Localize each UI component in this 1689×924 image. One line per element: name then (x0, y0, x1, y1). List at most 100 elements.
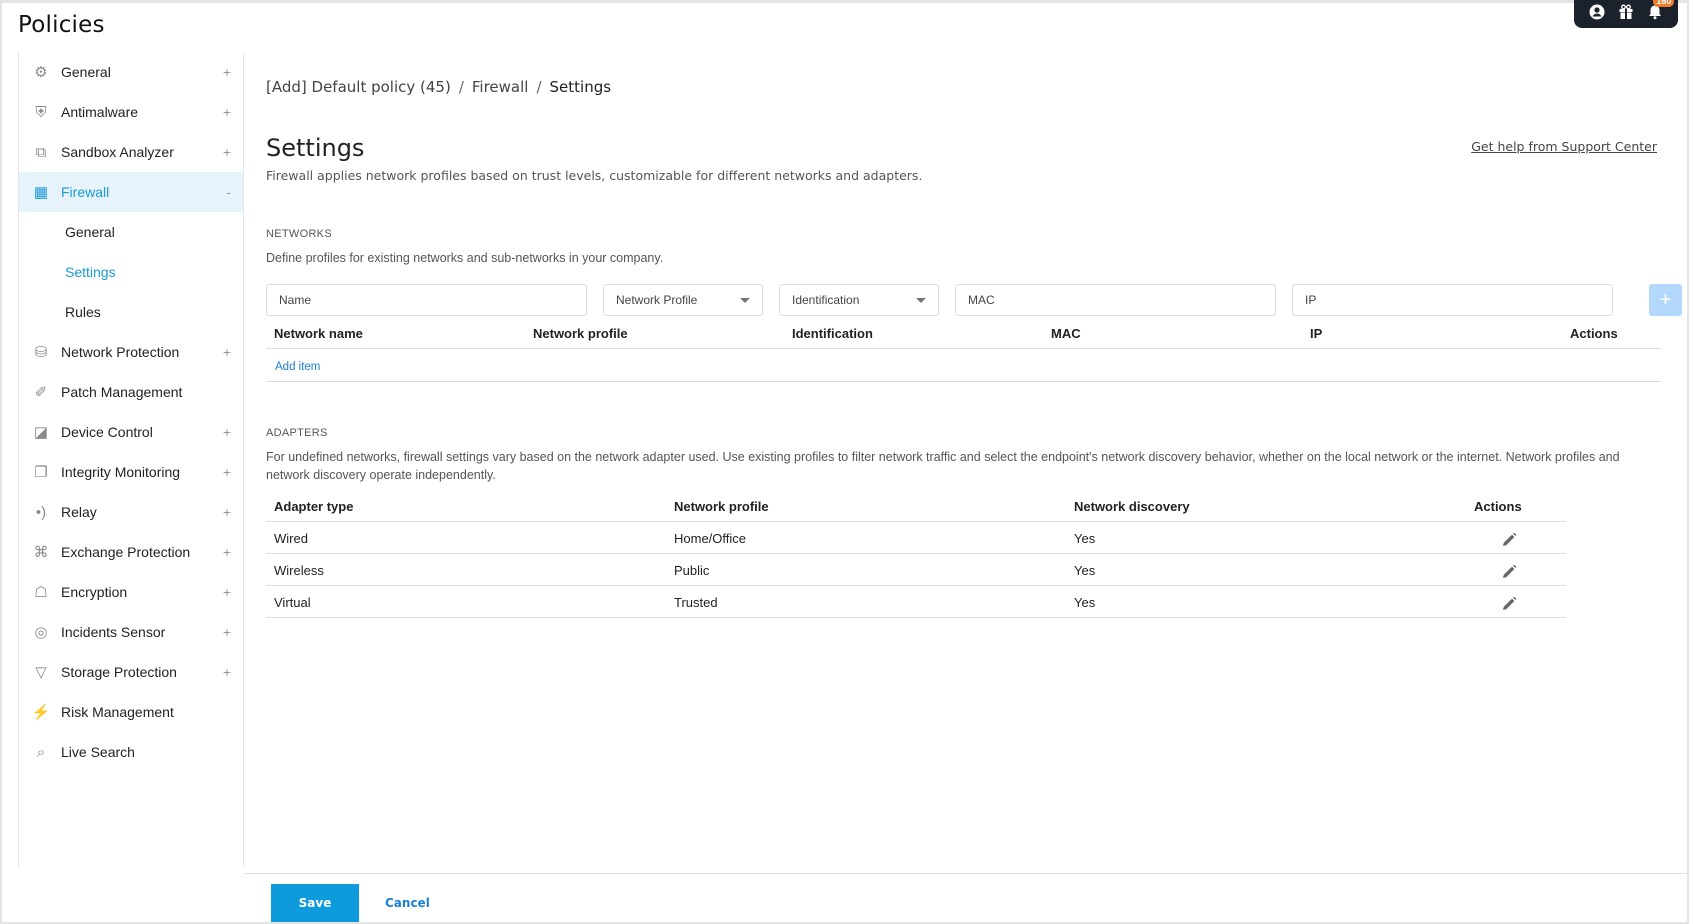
database-icon: ⛁ (34, 344, 48, 361)
mac-filter-input[interactable] (955, 284, 1276, 316)
column-header: Actions (1570, 326, 1618, 341)
monitor-icon: ◪ (33, 424, 49, 441)
edit-pencil-icon[interactable] (1500, 563, 1518, 581)
sidebar-item-label: Live Search (61, 744, 135, 760)
identification-select[interactable]: Identification (779, 284, 939, 316)
gear-icon: ⚙ (34, 64, 48, 81)
sidebar-item-sandbox-analyzer[interactable]: ⧉ Sandbox Analyzer + (19, 132, 243, 172)
section-heading: Settings (266, 134, 365, 162)
ip-filter-field[interactable] (1305, 293, 1612, 307)
firewall-icon: ▦ (33, 184, 49, 201)
sidebar-subitem-rules[interactable]: Rules (19, 292, 243, 332)
network-profile-select-value: Network Profile (616, 293, 698, 307)
add-network-button[interactable]: + (1649, 284, 1682, 316)
expand-icon[interactable]: + (223, 464, 231, 480)
bandage-icon: ✐ (34, 384, 48, 401)
expand-icon[interactable]: + (223, 424, 231, 440)
sidebar-item-antimalware[interactable]: ⛨ Antimalware + (19, 92, 243, 132)
cell-network-profile: Trusted (674, 595, 718, 610)
support-center-link[interactable]: Get help from Support Center (1471, 139, 1657, 154)
sensor-icon: ◎ (34, 624, 48, 641)
gift-icon[interactable] (1618, 4, 1634, 24)
ip-filter-input[interactable] (1292, 284, 1613, 316)
breadcrumb-separator: / (536, 78, 542, 96)
storage-shield-icon: ▽ (35, 664, 47, 681)
expand-icon[interactable]: + (223, 664, 231, 680)
expand-icon[interactable]: + (223, 104, 231, 120)
sidebar-item-label: Exchange Protection (61, 544, 191, 560)
expand-icon[interactable]: + (223, 144, 231, 160)
notifications-bell-icon[interactable]: 160 (1647, 0, 1675, 24)
chevron-down-icon (740, 298, 750, 303)
cell-network-profile: Home/Office (674, 531, 747, 546)
sidebar-item-general[interactable]: ⚙ General + (19, 52, 243, 92)
cell-adapter-type: Wireless (274, 563, 324, 578)
sidebar-item-label: Patch Management (61, 384, 183, 400)
sidebar-item-label: Storage Protection (61, 664, 177, 680)
sidebar-item-label: Antimalware (61, 104, 139, 120)
adapters-description: For undefined networks, firewall setting… (266, 450, 1620, 482)
column-header[interactable]: MAC (1051, 326, 1081, 341)
column-header: Network profile (674, 499, 769, 514)
collapse-icon[interactable]: - (226, 184, 231, 200)
notification-count-badge: 160 (1653, 0, 1675, 7)
cancel-button[interactable]: Cancel (385, 884, 430, 922)
network-profile-select[interactable]: Network Profile (603, 284, 763, 316)
sidebar-item-relay[interactable]: •) Relay + (19, 492, 243, 532)
breadcrumb-item-firewall[interactable]: Firewall (472, 78, 529, 96)
sandbox-cube-icon: ⧉ (35, 143, 47, 161)
section-description: Firewall applies network profiles based … (266, 168, 923, 183)
networks-description: Define profiles for existing networks an… (266, 251, 664, 265)
expand-icon[interactable]: + (223, 544, 231, 560)
add-item-link[interactable]: Add item (275, 361, 320, 373)
expand-icon[interactable]: + (223, 504, 231, 520)
sidebar-subitem-general[interactable]: General (19, 212, 243, 252)
expand-icon[interactable]: + (223, 64, 231, 80)
sidebar-item-label: General (61, 64, 111, 80)
page-title: Policies (18, 12, 105, 38)
sidebar-item-storage-protection[interactable]: ▽ Storage Protection + (19, 652, 243, 692)
sidebar-item-live-search[interactable]: ⌕ Live Search (19, 732, 243, 772)
adapters-table: Adapter type Network profile Network dis… (266, 490, 1566, 618)
sidebar-subitem-settings[interactable]: Settings (19, 252, 243, 292)
table-row: Virtual Trusted Yes (266, 586, 1566, 618)
documents-icon: ❐ (34, 464, 48, 481)
relay-signal-icon: •) (35, 503, 47, 521)
sidebar-item-label: Incidents Sensor (61, 624, 166, 640)
column-header[interactable]: Network profile (533, 326, 628, 341)
sidebar-item-patch-management[interactable]: ✐ Patch Management (19, 372, 243, 412)
column-header[interactable]: IP (1310, 326, 1322, 341)
sidebar-item-label: Network Protection (61, 344, 180, 360)
exchange-icon: ⌘ (33, 544, 49, 561)
table-row: Wired Home/Office Yes (266, 522, 1566, 554)
column-header[interactable]: Network name (274, 326, 363, 341)
expand-icon[interactable]: + (223, 624, 231, 640)
sidebar-item-exchange-protection[interactable]: ⌘ Exchange Protection + (19, 532, 243, 572)
identification-select-value: Identification (792, 293, 860, 307)
sidebar-item-firewall[interactable]: ▦ Firewall - (19, 172, 243, 212)
adapters-title: ADAPTERS (266, 427, 328, 439)
name-filter-input[interactable] (266, 284, 587, 316)
sidebar-item-incidents-sensor[interactable]: ◎ Incidents Sensor + (19, 612, 243, 652)
cell-network-discovery: Yes (1074, 563, 1096, 578)
sidebar-item-network-protection[interactable]: ⛁ Network Protection + (19, 332, 243, 372)
cell-network-discovery: Yes (1074, 531, 1096, 546)
mac-filter-field[interactable] (968, 293, 1275, 307)
expand-icon[interactable]: + (223, 344, 231, 360)
edit-pencil-icon[interactable] (1500, 595, 1518, 613)
sidebar-item-integrity-monitoring[interactable]: ❐ Integrity Monitoring + (19, 452, 243, 492)
sidebar-item-risk-management[interactable]: ⚡ Risk Management (19, 692, 243, 732)
edit-pencil-icon[interactable] (1500, 531, 1518, 549)
sidebar-item-device-control[interactable]: ◪ Device Control + (19, 412, 243, 452)
name-filter-field[interactable] (279, 293, 586, 307)
top-toolbar: 160 (1574, 0, 1678, 28)
save-button[interactable]: Save (271, 884, 359, 922)
expand-icon[interactable]: + (223, 584, 231, 600)
divider (266, 381, 1661, 382)
sidebar-item-label: Sandbox Analyzer (61, 144, 174, 160)
networks-title: NETWORKS (266, 228, 332, 240)
user-account-icon[interactable] (1589, 4, 1605, 24)
sidebar-item-encryption[interactable]: ☖ Encryption + (19, 572, 243, 612)
column-header[interactable]: Identification (792, 326, 873, 341)
breadcrumb-item-policy[interactable]: [Add] Default policy (45) (266, 78, 451, 96)
